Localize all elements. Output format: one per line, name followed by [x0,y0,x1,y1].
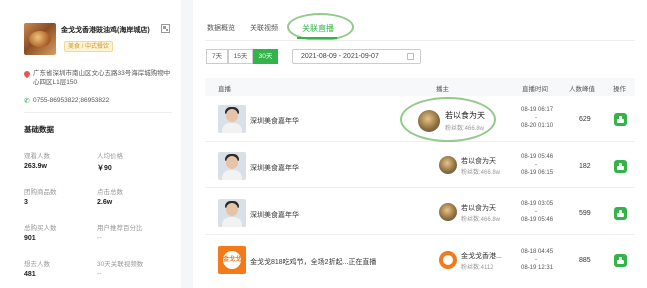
stat-group-items: 团购商品数 3 [24,189,57,206]
brand-logo: 金戈戈 [223,251,241,269]
category-tag: 美食 / 中式餐饮 [64,41,114,52]
live-start-time: 08-19 03:05 [521,201,554,207]
live-start-time: 08-19 05:46 [521,154,554,160]
tab-related-videos[interactable]: 关联视频 [250,23,278,33]
anchor-avatar[interactable] [439,156,457,174]
tab-related-live[interactable]: 关联直播 [302,23,334,34]
table-row[interactable]: 深圳美食嘉年华 若以食为天 粉丝数:466.8w 08-19 03:05 - 0… [205,190,635,235]
peak-viewers: 629 [579,116,591,123]
stat-related-videos: 30天关联视频数 -- [97,261,144,278]
stat-want-to-go: 想去人数 481 [24,261,50,278]
anchor-name[interactable]: 金戈戈香港... [461,251,502,261]
location-pin-icon [22,69,32,79]
stats-icon[interactable] [614,207,627,220]
time-separator: - [535,209,537,215]
col-anchor: 播主 [436,86,449,93]
shop-thumbnail [24,23,56,55]
table-row[interactable]: 深圳美食嘉年华 若以食为天 粉丝数:466.8w 08-19 05:46 - 0… [205,143,635,188]
tab-overview[interactable]: 数据概览 [207,23,235,33]
shop-info-panel: 金戈戈香港豉油鸡(海岸城店) 美食 / 中式餐饮 广东省深圳市南山区文心五路33… [0,0,181,288]
live-title[interactable]: 深圳美食嘉年华 [250,116,299,126]
time-separator: - [535,257,537,263]
live-start-time: 08-18 04:45 [521,249,554,255]
anchor-name[interactable]: 若以食为天 [461,156,496,166]
peak-viewers: 599 [579,210,591,217]
live-title[interactable]: 深圳美食嘉年华 [250,210,299,220]
date-range-text: 2021-08-09 - 2021-09-07 [301,53,379,60]
live-thumbnail[interactable]: 金戈戈 [218,246,246,274]
anchor-name[interactable]: 若以食为天 [461,203,496,213]
time-separator: - [535,162,537,168]
live-end-time: 08-19 06:15 [521,170,554,176]
qr-code-icon[interactable] [161,24,170,33]
col-live-time: 直播时间 [522,86,548,93]
col-live: 直播 [218,86,231,93]
stat-viewers: 观看人数 263.9w [24,153,50,170]
range-30d-button[interactable]: 30天 [253,49,278,64]
calendar-icon [407,53,414,60]
shop-name: 金戈戈香港豉油鸡(海岸城店) [61,27,150,34]
col-peak: 人数峰值 [569,86,595,93]
range-15d-button[interactable]: 15天 [228,49,253,64]
anchor-fans: 粉丝数:466.8w [445,126,485,132]
shop-phone: 0755-86953822;86953822 [33,97,110,104]
table-row[interactable]: 金戈戈 金戈戈818吃鸡节，全场2折起...正在直播 金戈戈香港... 粉丝数:… [205,237,635,282]
basic-data-title: 基础数据 [24,125,54,134]
live-end-time: 08-19 05:46 [521,217,554,223]
phone-icon: ✆ [24,98,30,105]
anchor-fans: 粉丝数:4112 [461,265,494,271]
tab-active-underline [297,37,337,39]
shop-address: 广东省深圳市南山区文心五路33号海岸城购物中心四区L1层150 [33,70,171,86]
stat-clicks: 点击总数 2.6w [97,189,123,206]
stats-icon[interactable] [614,160,627,173]
anchor-fans: 粉丝数:466.8w [461,217,501,223]
stats-icon[interactable] [614,113,627,126]
peak-viewers: 182 [579,163,591,170]
peak-viewers: 885 [579,257,591,264]
live-list-panel: 数据概览 关联视频 关联直播 7天 15天 30天 2021-08-09 - 2… [193,0,647,288]
time-separator: - [535,115,537,121]
anchor-avatar[interactable] [439,203,457,221]
anchor-avatar[interactable] [439,251,457,269]
panel-gap [181,0,193,288]
col-action: 操作 [613,86,626,93]
range-7d-button[interactable]: 7天 [206,49,228,64]
anchor-fans: 粉丝数:466.8w [461,170,501,176]
anchor-name[interactable]: 若以食为天 [445,110,485,121]
live-title[interactable]: 金戈戈818吃鸡节，全场2折起...正在直播 [250,257,376,267]
stat-buyers: 总购买人数 901 [24,225,57,242]
live-thumbnail[interactable] [218,105,246,133]
live-thumbnail[interactable] [218,152,246,180]
stat-avg-price: 人均价格 ￥90 [97,153,123,172]
live-title[interactable]: 深圳美食嘉年华 [250,163,299,173]
live-thumbnail[interactable] [218,199,246,227]
stats-icon[interactable] [614,254,627,267]
anchor-avatar[interactable] [418,110,440,132]
date-range-picker[interactable]: 2021-08-09 - 2021-09-07 [292,49,421,64]
divider [24,112,172,113]
live-start-time: 08-19 06:17 [521,107,554,113]
live-end-time: 08-19 12:31 [521,265,554,271]
stat-recommend-pct: 用户推荐百分比 -- [97,225,143,242]
divider [205,40,635,41]
live-end-time: 08-20 01:10 [521,123,554,129]
